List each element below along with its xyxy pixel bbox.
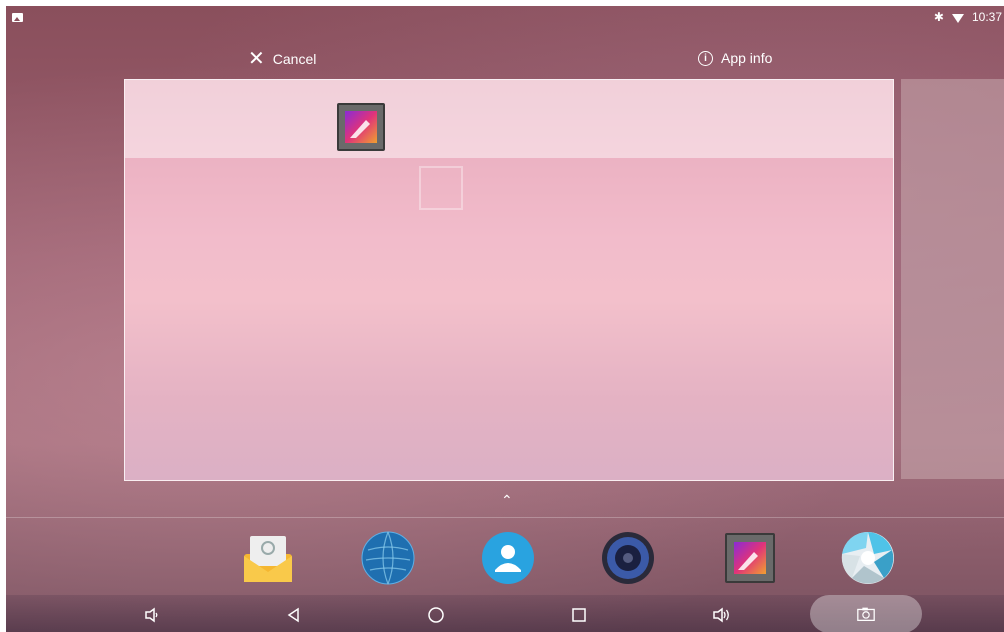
clock: 10:37 (971, 10, 1002, 24)
wifi-icon (951, 13, 964, 23)
status-bar: ✱ 10:37 (6, 6, 1004, 28)
globe-icon[interactable] (360, 530, 416, 586)
next-workspace-page[interactable] (901, 79, 1004, 479)
gallery-notification-icon (12, 12, 23, 22)
hotseat (6, 517, 1004, 596)
email-icon[interactable] (240, 530, 296, 586)
screenshot-icon (856, 604, 876, 624)
volume-up-icon[interactable] (712, 605, 732, 625)
app-info-drop-target[interactable]: i App info (698, 50, 772, 66)
contacts-icon[interactable] (480, 530, 536, 586)
all-apps-chevron-up-icon[interactable]: ⌃ (501, 492, 513, 509)
back-icon[interactable] (284, 605, 304, 625)
navigation-bar (6, 595, 1004, 632)
gallery-icon[interactable] (336, 102, 386, 152)
recents-icon[interactable] (569, 605, 589, 625)
workspace-page[interactable] (124, 79, 894, 481)
cancel-drop-target[interactable]: ✕ Cancel (248, 48, 317, 70)
bluetooth-icon: ✱ (933, 10, 944, 24)
speaker-icon[interactable] (600, 530, 656, 586)
app-info-label: App info (721, 50, 773, 66)
gallery-icon[interactable] (722, 530, 778, 586)
drop-target-bar: ✕ Cancel i App info (6, 46, 1004, 72)
cancel-label: Cancel (272, 51, 317, 67)
screenshot-button[interactable] (810, 595, 922, 632)
drop-outline (419, 166, 463, 210)
home-icon[interactable] (426, 605, 446, 625)
home-screen: ✱ 10:37 ✕ Cancel i App info ⌃ (6, 6, 1004, 632)
camera-shutter-icon[interactable] (840, 530, 896, 586)
volume-down-icon[interactable] (142, 605, 162, 625)
workspace-top-row (125, 80, 893, 158)
close-icon: ✕ (248, 48, 265, 70)
info-icon: i (698, 50, 713, 66)
